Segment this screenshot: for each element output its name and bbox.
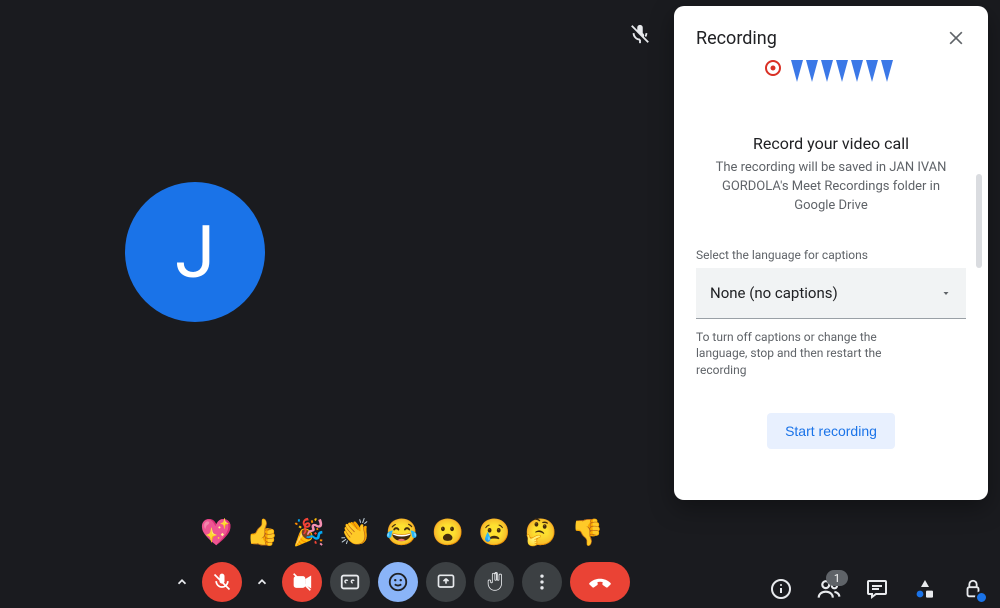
reaction-bar: 💖 👍 🎉 👏 😂 😮 😢 🤔 👎 [200,518,603,548]
panel-controls: 1 [768,576,986,602]
panel-scrollbar[interactable] [976,174,982,268]
call-controls [170,562,630,602]
toggle-captions-button[interactable] [330,562,370,602]
video-stage: J 💖 👍 🎉 👏 😂 😮 😢 🤔 👎 [0,0,1000,608]
reaction-thumbs-up[interactable]: 👍 [246,518,278,548]
reaction-clap[interactable]: 👏 [339,518,371,548]
reaction-heart[interactable]: 💖 [200,518,232,548]
participant-avatar: J [125,182,265,322]
present-screen-button[interactable] [426,562,466,602]
reactions-button[interactable] [378,562,418,602]
reaction-thumbs-down[interactable]: 👎 [571,518,603,548]
panel-title: Recording [696,28,777,49]
dropdown-arrow-icon [940,287,952,299]
camera-options-chevron-icon[interactable] [250,562,274,602]
remote-mic-muted-icon [628,22,652,46]
reaction-sad[interactable]: 😢 [478,518,510,548]
reaction-joy[interactable]: 😂 [386,518,418,548]
reaction-wow[interactable]: 😮 [432,518,464,548]
raise-hand-button[interactable] [474,562,514,602]
reaction-thinking[interactable]: 🤔 [525,518,557,548]
activities-button[interactable] [912,576,938,602]
caption-language-select[interactable]: None (no captions) [696,268,966,319]
caption-hint: To turn off captions or change the langu… [696,329,906,379]
toggle-mic-button[interactable] [202,562,242,602]
meeting-info-button[interactable] [768,576,794,602]
host-controls-button[interactable] [960,576,986,602]
chat-button[interactable] [864,576,890,602]
toggle-camera-button[interactable] [282,562,322,602]
panel-subheading: The recording will be saved in JAN IVAN … [674,153,988,216]
more-options-button[interactable] [522,562,562,602]
panel-heading: Record your video call [674,134,988,153]
participants-button[interactable]: 1 [816,576,842,602]
caption-language-value: None (no captions) [710,284,838,302]
participants-count-badge: 1 [826,570,848,586]
recording-panel: Recording Record your video cal [674,6,988,500]
host-indicator-dot-icon [975,591,988,604]
recording-illustration-icon [674,60,988,94]
leave-call-button[interactable] [570,562,630,602]
mic-options-chevron-icon[interactable] [170,562,194,602]
start-recording-button[interactable]: Start recording [767,413,895,449]
reaction-party[interactable]: 🎉 [293,518,325,548]
caption-language-label: Select the language for captions [696,248,966,262]
close-panel-button[interactable] [942,24,970,52]
avatar-initial: J [175,210,215,295]
